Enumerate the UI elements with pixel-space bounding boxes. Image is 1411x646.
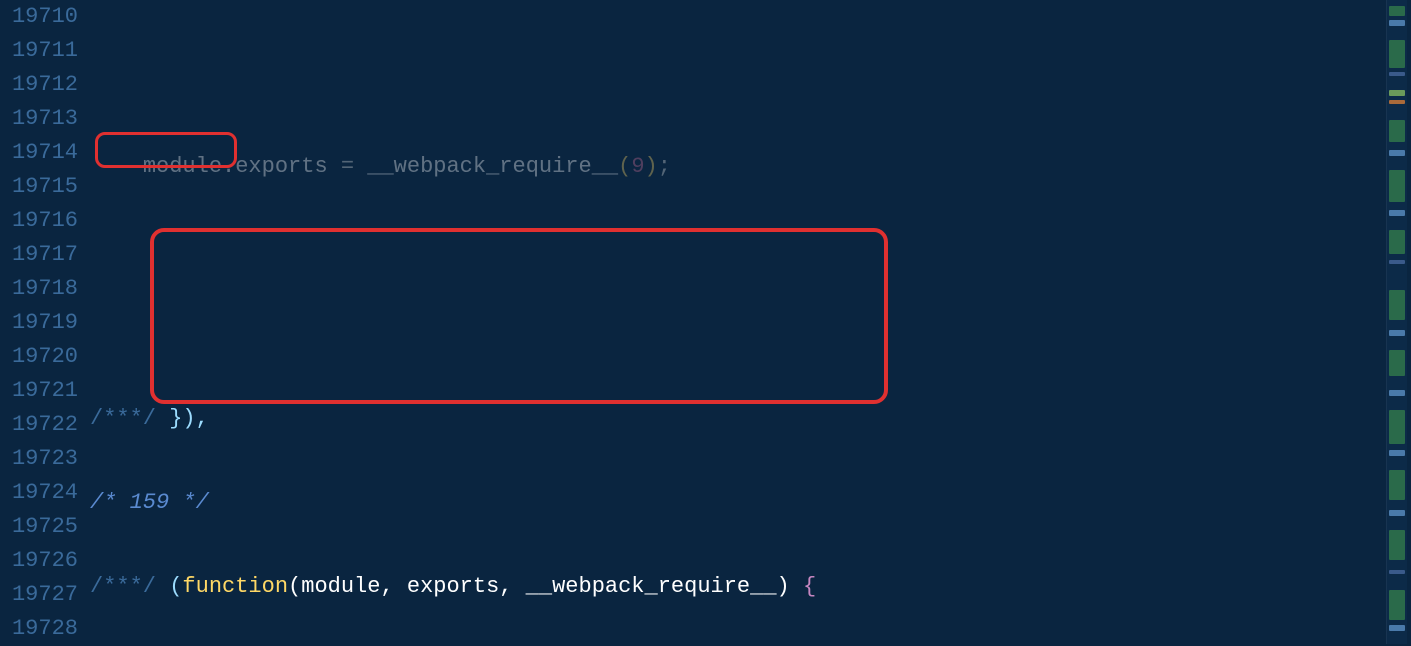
line-number: 19720 [0,340,78,374]
line-number: 19728 [0,612,78,646]
line-number: 19726 [0,544,78,578]
line-number: 19724 [0,476,78,510]
line-number-gutter: 19710 19711 19712 19713 19714 19715 1971… [0,0,90,644]
code-line [90,234,1386,268]
line-number: 19718 [0,272,78,306]
code-line: /***/ }), [90,402,1386,436]
line-number: 19714 [0,136,78,170]
line-number: 19722 [0,408,78,442]
line-number: 19725 [0,510,78,544]
line-number: 19712 [0,68,78,102]
code-line: /* 159 */ [90,486,1386,520]
line-number: 19719 [0,306,78,340]
line-number: 19711 [0,34,78,68]
code-editor[interactable]: 19710 19711 19712 19713 19714 19715 1971… [0,0,1386,644]
code-line [90,318,1386,352]
code-line: module.exports = __webpack_require__(9); [90,150,1386,184]
line-number: 19723 [0,442,78,476]
minimap[interactable] [1386,0,1407,644]
line-number: 19716 [0,204,78,238]
line-number: 19721 [0,374,78,408]
code-line: /***/ (function(module, exports, __webpa… [90,570,1386,604]
line-number: 19727 [0,578,78,612]
line-number: 19710 [0,0,78,34]
line-number: 19713 [0,102,78,136]
line-number: 19715 [0,170,78,204]
line-number: 19717 [0,238,78,272]
code-content[interactable]: module.exports = __webpack_require__(9);… [90,0,1386,644]
